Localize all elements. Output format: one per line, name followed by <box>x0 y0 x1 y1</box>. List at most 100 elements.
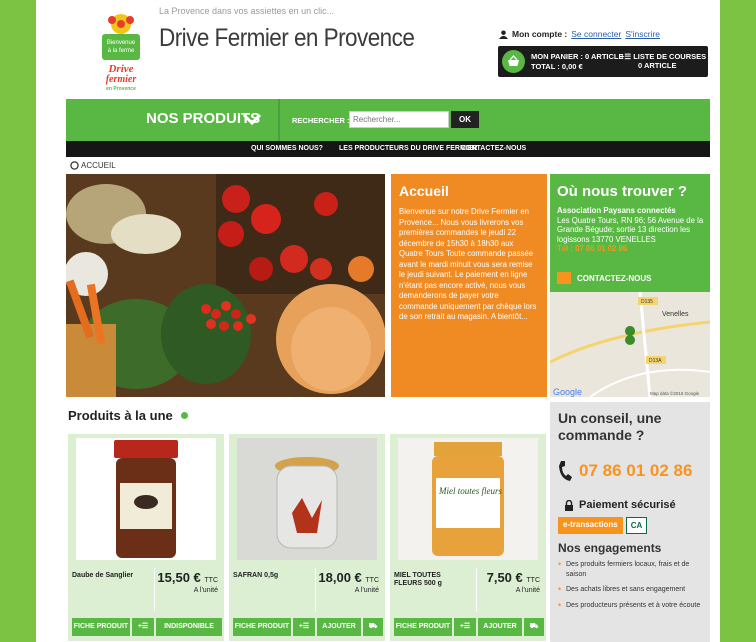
product-name[interactable]: Daube de Sanglier <box>72 572 146 580</box>
engagement-item: Des achats libres et sans engagement <box>558 585 708 595</box>
add-to-cart-button[interactable]: AJOUTER <box>317 618 361 636</box>
map-road-label-2: D13A <box>649 358 662 364</box>
price-amount: 7,50 € <box>486 570 523 585</box>
search-label: RECHERCHER : <box>292 116 350 125</box>
cart-count: MON PANIER : 0 ARTICLE <box>531 52 624 61</box>
payment-logos: e-transactions CA <box>558 517 648 534</box>
location-details: Association Paysans connectés Les Quatre… <box>557 206 707 254</box>
unavailable-button[interactable]: INDISPONIBLE <box>156 618 222 636</box>
location-title: Où nous trouver ? <box>557 183 688 200</box>
main-navbar: NOS PRODUITS RECHERCHER : OK <box>66 99 710 141</box>
location-phone: Tél : 07 86 01 02 86 <box>557 244 628 253</box>
welcome-text: Bienvenue sur notre Drive Fermier en Pro… <box>399 207 537 321</box>
secure-payment: Paiement sécurisé <box>564 499 676 511</box>
nav-link-contact[interactable]: CONTACTEZ-NOUS <box>461 145 526 152</box>
secure-payment-text: Paiement sécurisé <box>579 499 676 511</box>
product-price: 15,50 € TTC <box>157 570 218 585</box>
page-background-right <box>720 0 756 642</box>
shopping-list-count: 0 ARTICLE <box>638 61 677 70</box>
basket-icon[interactable]: ⛟ <box>524 618 544 636</box>
add-to-cart-button[interactable]: AJOUTER <box>478 618 522 636</box>
engagement-item: Des producteurs présents et à votre écou… <box>558 601 708 611</box>
engagement-item: Des produits fermiers locaux, frais et d… <box>558 560 708 579</box>
search-input[interactable] <box>349 111 449 128</box>
phone-number[interactable]: 07 86 01 02 86 <box>558 460 692 482</box>
product-image-safran[interactable] <box>237 438 377 560</box>
welcome-panel: Accueil Bienvenue sur notre Drive Fermie… <box>391 174 547 397</box>
phone-text: 07 86 01 02 86 <box>579 461 693 480</box>
cart-panel[interactable]: MON PANIER : 0 ARTICLE TOTAL : 0,00 € +☰… <box>498 46 708 77</box>
contact-us-label: CONTACTEZ-NOUS <box>577 273 652 283</box>
add-to-list-icon[interactable]: +☰ <box>293 618 315 636</box>
lock-icon <box>565 499 573 511</box>
cart-total: TOTAL : 0,00 € <box>531 62 583 71</box>
shopping-list-label: LISTE DE COURSES <box>633 52 707 61</box>
product-detail-button[interactable]: FICHE PRODUIT <box>233 618 291 636</box>
account-links: Mon compte : Se connecter S'inscrire <box>499 29 660 39</box>
advice-title: Un conseil, une commande ? <box>558 410 662 443</box>
nav-link-producers[interactable]: LES PRODUCTEURS DU DRIVE FERMIER <box>339 145 477 152</box>
basket-icon <box>502 50 525 73</box>
logo-text-5: en Provence <box>106 86 136 92</box>
etransactions-logo: e-transactions <box>558 517 623 534</box>
site-logo[interactable]: Bienvenue à la ferme Drive fermier en Pr… <box>96 10 146 94</box>
product-card: SAFRAN 0,5g 18,00 € TTC A l'unité FICHE … <box>229 434 385 641</box>
chevron-down-icon[interactable] <box>242 111 262 127</box>
logo-text-2: à la ferme <box>108 48 135 54</box>
product-image-daube[interactable] <box>76 438 216 560</box>
site-title[interactable]: Drive Fermier en Provence <box>159 24 415 53</box>
basket-icon[interactable]: ⛟ <box>363 618 383 636</box>
user-icon <box>499 29 508 39</box>
product-image-miel[interactable]: Miel toutes fleurs <box>398 438 538 560</box>
nav-link-about[interactable]: QUI SOMMES NOUS? <box>251 145 323 152</box>
site-tagline: La Provence dans vos assiettes en un cli… <box>159 6 335 16</box>
price-tax: TTC <box>526 577 540 584</box>
featured-title-text: Produits à la une <box>68 408 173 423</box>
product-card: Daube de Sanglier 15,50 € TTC A l'unité … <box>68 434 224 641</box>
breadcrumb: ACCUEIL <box>70 161 116 170</box>
price-amount: 15,50 € <box>157 570 201 585</box>
logo-text-4: fermier <box>106 74 137 85</box>
product-unit: A l'unité <box>193 587 218 594</box>
credit-agricole-logo: CA <box>625 517 648 534</box>
shopping-list-button[interactable]: +☰ LISTE DE COURSES 0 ARTICLE <box>620 52 708 70</box>
card-divider <box>154 568 155 612</box>
product-name[interactable]: SAFRAN 0,5g <box>233 572 307 580</box>
nav-divider <box>278 99 280 141</box>
product-name[interactable]: MIEL TOUTES FLEURS 500 g <box>394 572 468 588</box>
arrow-right-icon <box>557 272 571 284</box>
price-amount: 18,00 € <box>318 570 362 585</box>
product-price: 7,50 € TTC <box>487 570 540 585</box>
honey-jar-label: Miel toutes fleurs <box>438 486 502 496</box>
engagements-title: Nos engagements <box>558 541 662 555</box>
product-card: Miel toutes fleurs MIEL TOUTES FLEURS 50… <box>390 434 546 641</box>
location-map[interactable]: D135 Venelles D13A Google Map data ©2016… <box>550 292 710 397</box>
logo-text-1: Bienvenue <box>107 40 136 46</box>
account-label: Mon compte : <box>512 29 568 39</box>
breadcrumb-home[interactable]: ACCUEIL <box>81 161 116 170</box>
hero-vegetables-image <box>66 174 385 397</box>
product-detail-button[interactable]: FICHE PRODUIT <box>72 618 130 636</box>
contact-us-button[interactable]: CONTACTEZ-NOUS <box>557 272 652 284</box>
add-to-list-icon[interactable]: +☰ <box>454 618 476 636</box>
add-to-list-icon[interactable]: +☰ <box>132 618 154 636</box>
phone-icon <box>559 461 572 481</box>
search-button[interactable]: OK <box>451 111 479 128</box>
secondary-nav: QUI SOMMES NOUS? LES PRODUCTEURS DU DRIV… <box>66 141 710 157</box>
engagements-list: Des produits fermiers locaux, frais et d… <box>558 560 708 616</box>
product-detail-button[interactable]: FICHE PRODUIT <box>394 618 452 636</box>
welcome-title: Accueil <box>399 183 449 199</box>
map-google-logo: Google <box>553 387 582 397</box>
product-actions: FICHE PRODUIT +☰ AJOUTER ⛟ <box>394 618 544 636</box>
register-link[interactable]: S'inscrire <box>625 29 660 39</box>
product-unit: A l'unité <box>354 587 379 594</box>
location-org: Association Paysans connectés <box>557 206 676 215</box>
home-circle-icon <box>70 161 79 170</box>
product-actions: FICHE PRODUIT +☰ AJOUTER ⛟ <box>233 618 383 636</box>
product-unit: A l'unité <box>515 587 540 594</box>
login-link[interactable]: Se connecter <box>571 29 621 39</box>
page-background-left <box>0 0 36 642</box>
card-divider <box>315 568 316 612</box>
map-town-label: Venelles <box>662 311 689 318</box>
product-price: 18,00 € TTC <box>318 570 379 585</box>
